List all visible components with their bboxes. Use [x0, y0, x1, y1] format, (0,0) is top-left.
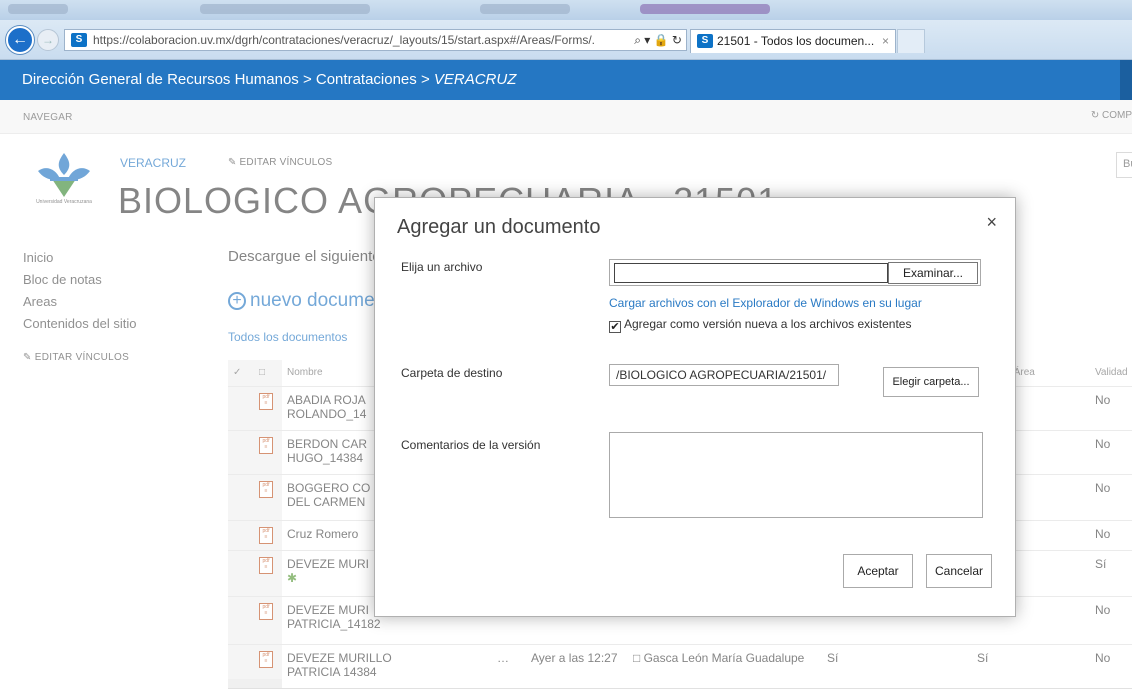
title-blur — [640, 4, 770, 14]
overwrite-checkbox[interactable]: ✔ — [609, 321, 621, 333]
back-button[interactable]: ← — [6, 26, 34, 54]
tab-title: 21501 - Todos los documen... — [717, 34, 875, 48]
ok-button[interactable]: Aceptar — [843, 554, 913, 588]
tab-close-icon[interactable]: × — [882, 30, 889, 52]
browse-button[interactable]: Examinar... — [888, 262, 978, 284]
sharepoint-favicon-icon: S — [71, 33, 87, 47]
breadcrumb: Dirección General de Recursos Humanos > … — [22, 71, 516, 88]
browser-title-bar — [0, 0, 1132, 20]
url-tools-icons[interactable]: ⌕ ▾ 🔒 ↻ — [630, 30, 682, 50]
upload-with-explorer-link[interactable]: Cargar archivos con el Explorador de Win… — [609, 296, 922, 310]
add-document-dialog: Agregar un documento × Elija un archivo … — [374, 197, 1016, 617]
overwrite-label[interactable]: Agregar como versión nueva a los archivo… — [624, 317, 911, 331]
suite-bar: Dirección General de Recursos Humanos > … — [0, 60, 1132, 100]
comments-label: Comentarios de la versión — [401, 438, 541, 452]
overwrite-option: ✔ Agregar como versión nueva a los archiv… — [609, 317, 911, 333]
browser-tab[interactable]: S 21501 - Todos los documen... × — [690, 29, 896, 53]
sharepoint-favicon-icon: S — [697, 34, 713, 48]
dialog-title: Agregar un documento — [397, 216, 601, 238]
title-blur — [8, 4, 68, 14]
title-blur — [480, 4, 570, 14]
url-text: https://colaboracion.uv.mx/dgrh/contrata… — [93, 33, 596, 47]
destination-folder-field[interactable]: /BIOLOGICO AGROPECUARIA/21501/ — [609, 364, 839, 386]
suite-bar-end — [1120, 60, 1132, 100]
close-icon[interactable]: × — [986, 212, 997, 233]
breadcrumb-path[interactable]: Dirección General de Recursos Humanos > … — [22, 71, 434, 88]
forward-button[interactable]: → — [37, 29, 59, 51]
breadcrumb-current[interactable]: VERACRUZ — [434, 71, 517, 88]
browser-address-area: ← → S https://colaboracion.uv.mx/dgrh/co… — [0, 20, 1132, 60]
url-bar[interactable]: S https://colaboracion.uv.mx/dgrh/contra… — [64, 29, 687, 51]
version-comments-textarea[interactable] — [609, 432, 983, 518]
file-path-field[interactable] — [614, 263, 888, 283]
choose-folder-button[interactable]: Elegir carpeta... — [883, 367, 979, 397]
choose-file-label: Elija un archivo — [401, 260, 483, 274]
destination-label: Carpeta de destino — [401, 366, 503, 380]
new-tab-button[interactable] — [897, 29, 925, 53]
file-input[interactable]: Examinar... — [609, 259, 981, 286]
cancel-button[interactable]: Cancelar — [926, 554, 992, 588]
title-blur — [200, 4, 370, 14]
